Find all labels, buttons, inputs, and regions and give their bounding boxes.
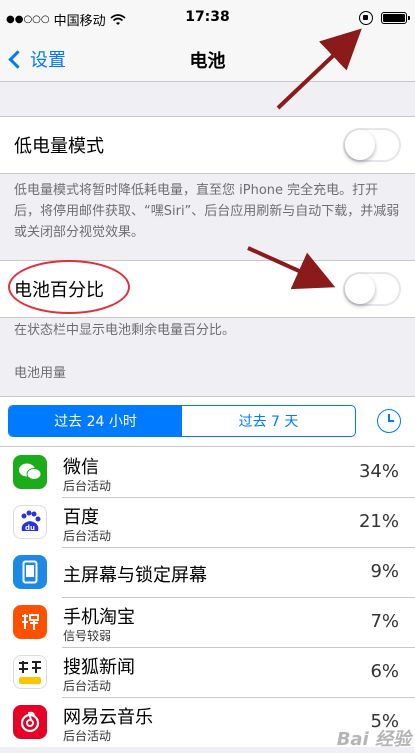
watermark: Bai 经验: [336, 729, 411, 750]
annotation-arrows: [247, 28, 362, 290]
arrow-to-status-icon: [276, 28, 362, 110]
arrow-to-percentage-toggle: [247, 246, 336, 290]
